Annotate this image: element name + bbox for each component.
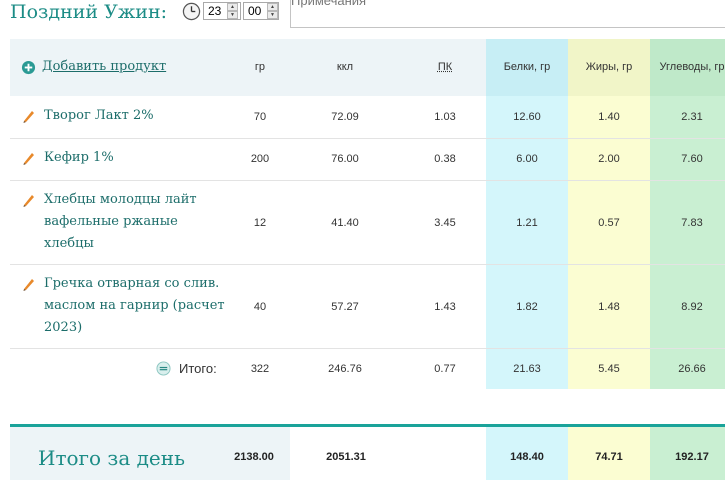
hour-stepper[interactable]: 23 ▲ ▼ [203, 2, 241, 20]
pencil-icon[interactable] [21, 108, 37, 124]
pencil-icon[interactable] [21, 192, 37, 208]
col-header-carbs: Углеводы, гр [659, 61, 725, 73]
day-total-fat: 74.71 [595, 451, 623, 463]
total-fat: 5.45 [598, 363, 620, 375]
total-carbs: 26.66 [678, 363, 706, 375]
cell-gr: 70 [253, 111, 267, 123]
cell-gr: 40 [253, 301, 267, 313]
minute-stepper[interactable]: 00 ▲ ▼ [243, 2, 279, 20]
row-divider [10, 264, 725, 265]
product-name-line[interactable]: Гречка отварная со слив. [44, 273, 219, 295]
minute-value: 00 [248, 4, 262, 18]
cell-carbs: 7.60 [681, 153, 703, 165]
total-gr: 322 [250, 363, 270, 375]
cell-pk: 0.38 [434, 153, 456, 165]
clock-icon [182, 2, 201, 21]
plus-circle-icon[interactable] [21, 60, 36, 75]
product-name[interactable]: Кефир 1% [44, 147, 114, 169]
product-name-line[interactable]: 2023) [44, 317, 82, 339]
cell-fat: 1.48 [598, 301, 620, 313]
cell-pk: 3.45 [434, 217, 456, 229]
meal-total-label: Итого: [179, 361, 217, 376]
pencil-icon[interactable] [21, 276, 37, 292]
meal-title: Поздний Ужин: [10, 1, 168, 23]
notes-input[interactable]: Примечания [290, 0, 725, 28]
cell-fat: 1.40 [598, 111, 620, 123]
cell-fat: 2.00 [598, 153, 620, 165]
col-header-gr: гр [254, 61, 266, 73]
total-pk: 0.77 [434, 363, 456, 375]
day-total-kcal: 2051.31 [326, 451, 366, 463]
minus-circle-icon[interactable] [156, 361, 171, 376]
cell-kcal: 76.00 [331, 153, 359, 165]
total-kcal: 246.76 [328, 363, 362, 375]
cell-kcal: 72.09 [331, 111, 359, 123]
hour-value: 23 [208, 4, 222, 18]
minute-up-button[interactable]: ▲ [267, 3, 278, 11]
day-total-carbs: 192.17 [675, 451, 709, 463]
cell-pk: 1.03 [434, 111, 456, 123]
product-name-line[interactable]: вафельные ржаные [44, 211, 178, 233]
cell-pk: 1.43 [434, 301, 456, 313]
col-header-protein: Белки, гр [503, 61, 551, 73]
total-protein: 21.63 [513, 363, 541, 375]
cell-kcal: 57.27 [331, 301, 359, 313]
col-header-kcal: ккл [336, 61, 354, 73]
product-name[interactable]: Творог Лакт 2% [44, 105, 154, 127]
product-name-line[interactable]: хлебцы [44, 233, 94, 255]
cell-fat: 0.57 [598, 217, 620, 229]
cell-protein: 6.00 [516, 153, 538, 165]
product-name-line[interactable]: Хлебцы молодцы лайт [44, 189, 197, 211]
row-divider [10, 348, 725, 349]
cell-carbs: 7.83 [681, 217, 703, 229]
col-header-pk: ПК [437, 61, 453, 73]
day-total-protein: 148.40 [510, 451, 544, 463]
cell-protein: 1.82 [516, 301, 538, 313]
hour-down-button[interactable]: ▼ [227, 11, 238, 19]
hour-up-button[interactable]: ▲ [227, 3, 238, 11]
row-divider [10, 180, 725, 181]
day-total-gr: 2138.00 [234, 451, 274, 463]
cell-kcal: 41.40 [331, 217, 359, 229]
add-product-link[interactable]: Добавить продукт [42, 59, 166, 74]
cell-carbs: 2.31 [681, 111, 703, 123]
pencil-icon[interactable] [21, 150, 37, 166]
product-name-line[interactable]: маслом на гарнир (расчет [44, 295, 225, 317]
cell-protein: 12.60 [513, 111, 541, 123]
minute-down-button[interactable]: ▼ [267, 11, 278, 19]
day-total-title: Итого за день [38, 446, 185, 470]
cell-gr: 200 [250, 153, 270, 165]
cell-protein: 1.21 [516, 217, 538, 229]
notes-placeholder: Примечания [291, 0, 367, 8]
col-header-fat: Жиры, гр [585, 61, 633, 73]
row-divider [10, 138, 725, 139]
cell-gr: 12 [253, 217, 267, 229]
cell-carbs: 8.92 [681, 301, 703, 313]
